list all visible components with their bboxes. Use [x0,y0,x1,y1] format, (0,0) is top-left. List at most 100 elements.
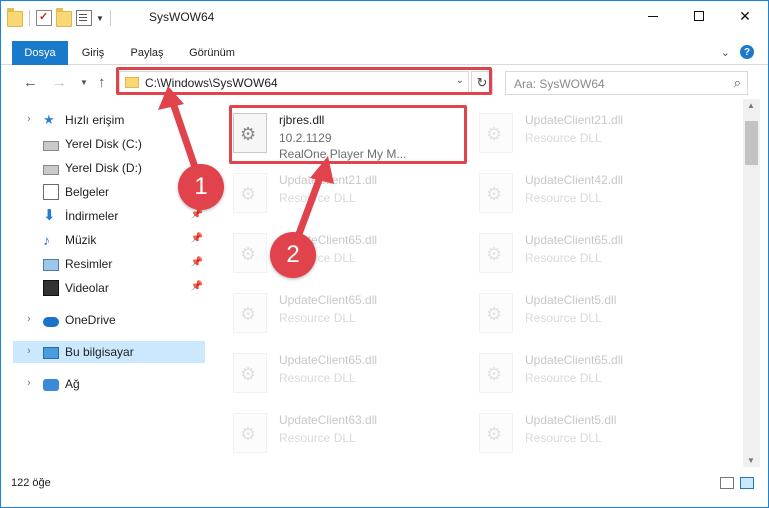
search-icon[interactable]: ⌕ [734,75,741,91]
sidebar-item-label: Belgeler [65,185,110,199]
minimize-button[interactable] [630,1,676,31]
address-highlight-box [116,67,492,95]
title-bar: ▼ SysWOW64 ✕ [1,1,768,33]
close-button[interactable]: ✕ [722,1,768,31]
sidebar-item-onedrive[interactable]: › OneDrive [13,309,205,331]
computer-icon [43,346,59,359]
file-name: UpdateClient65.dll [525,353,624,367]
file-tile[interactable]: UpdateClient5.dll Resource DLL [457,407,697,463]
tab-home[interactable]: Giriş [73,41,113,65]
pin-icon[interactable]: 📌 [191,257,203,268]
sidebar-item-this-pc[interactable]: › Bu bilgisayar [13,341,205,363]
dll-file-icon [479,113,513,153]
dll-file-icon [233,233,267,273]
expand-icon[interactable]: › [27,113,31,125]
vertical-scrollbar[interactable]: ▲ ▼ [743,99,760,467]
dll-file-icon [479,413,513,453]
file-tile[interactable]: UpdateClient21.dll Resource DLL [211,167,451,223]
file-name: UpdateClient63.dll [279,413,378,427]
dll-file-icon [479,293,513,333]
file-name: UpdateClient21.dll [525,113,624,127]
pin-icon[interactable]: 📌 [191,209,203,220]
file-name: UpdateClient42.dll [525,173,624,187]
search-input[interactable]: Ara: SysWOW64 [514,77,605,91]
chevron-down-icon[interactable]: ▼ [96,14,104,23]
sidebar-item-videos[interactable]: Videolar 📌 [13,277,205,299]
file-type: Resource DLL [279,371,356,385]
tiles-view-icon[interactable] [740,477,754,489]
properties-check-icon[interactable] [36,10,52,26]
up-arrow-icon[interactable]: ↑ [98,74,106,91]
file-tile[interactable]: UpdateClient65.dll Resource DLL [457,227,697,283]
expand-icon[interactable]: › [27,377,31,389]
file-tile[interactable]: UpdateClient65.dll Resource DLL [211,227,451,283]
scroll-up-icon[interactable]: ▲ [747,101,755,110]
pin-icon[interactable]: 📌 [191,233,203,244]
expand-icon[interactable]: › [27,313,31,325]
file-type: Resource DLL [525,251,602,265]
file-tile[interactable]: UpdateClient42.dll Resource DLL [457,167,697,223]
file-tile[interactable]: UpdateClient65.dll Resource DLL [457,347,697,403]
sidebar-item-local-disk-d[interactable]: Yerel Disk (D:) [13,157,205,179]
file-tile[interactable]: UpdateClient63.dll Resource DLL [211,407,451,463]
file-tile[interactable]: UpdateClient65.dll Resource DLL [211,347,451,403]
file-highlight-box [229,105,467,164]
file-tile[interactable]: UpdateClient21.dll Resource DLL [457,107,697,163]
minimize-icon [648,15,658,17]
sidebar-item-documents[interactable]: Belgeler 📌 [13,181,205,203]
dll-file-icon [233,413,267,453]
dll-file-icon [233,353,267,393]
window-controls: ✕ [630,1,768,31]
maximize-icon [694,11,704,21]
sidebar-item-label: Videolar [65,281,109,295]
file-tile[interactable]: UpdateClient5.dll Resource DLL [457,287,697,343]
music-icon: ♪ [43,232,50,248]
details-view-icon[interactable] [720,477,734,489]
scroll-thumb[interactable] [745,121,758,165]
dll-file-icon [479,353,513,393]
customize-icon[interactable] [76,10,92,26]
sidebar-item-downloads[interactable]: ⬇ İndirmeler 📌 [13,205,205,227]
recent-locations-icon[interactable]: ▼ [80,78,88,87]
help-icon[interactable]: ? [740,45,754,59]
sidebar-item-label: Yerel Disk (C:) [65,137,142,151]
search-box[interactable]: Ara: SysWOW64 ⌕ [505,71,748,95]
expand-icon[interactable]: › [27,345,31,357]
sidebar-item-quick-access[interactable]: › ★ Hızlı erişim [13,109,205,131]
sidebar-item-network[interactable]: › Ağ [13,373,205,395]
file-type: Resource DLL [525,311,602,325]
tab-share[interactable]: Paylaş [125,41,169,65]
sidebar-item-pictures[interactable]: Resimler 📌 [13,253,205,275]
disk-icon [43,140,59,151]
back-arrow-icon[interactable]: ← [23,74,38,91]
ribbon-collapse-icon[interactable]: ⌄ [721,46,730,59]
file-name: UpdateClient65.dll [525,233,624,247]
sidebar-item-music[interactable]: ♪ Müzik 📌 [13,229,205,251]
disk-icon [43,164,59,175]
star-icon: ★ [43,112,55,127]
dll-file-icon [479,233,513,273]
ribbon-tabs: Dosya Giriş Paylaş Görünüm ⌄ ? [1,41,768,65]
forward-arrow-icon[interactable]: → [52,74,67,91]
navigation-pane: › ★ Hızlı erişim Yerel Disk (C:) Yerel D… [1,105,208,465]
file-name: UpdateClient65.dll [279,353,378,367]
pin-icon[interactable]: 📌 [191,281,203,292]
maximize-button[interactable] [676,1,722,31]
file-tile[interactable]: UpdateClient65.dll Resource DLL [211,287,451,343]
quick-access-toolbar: ▼ [7,8,113,27]
tab-file[interactable]: Dosya [12,41,68,65]
file-type: Resource DLL [279,431,356,445]
scroll-down-icon[interactable]: ▼ [747,456,755,465]
toolbar-divider [109,10,111,26]
dll-file-icon [233,293,267,333]
sidebar-item-local-disk-c[interactable]: Yerel Disk (C:) [13,133,205,155]
file-type: Resource DLL [525,131,602,145]
new-folder-icon[interactable] [56,8,72,27]
video-icon [43,280,59,296]
folder-icon [7,8,23,27]
tab-view[interactable]: Görünüm [183,41,241,65]
sidebar-item-label: OneDrive [65,313,116,327]
document-icon [43,184,59,200]
step-1-badge: 1 [178,164,224,210]
network-icon [43,379,59,391]
